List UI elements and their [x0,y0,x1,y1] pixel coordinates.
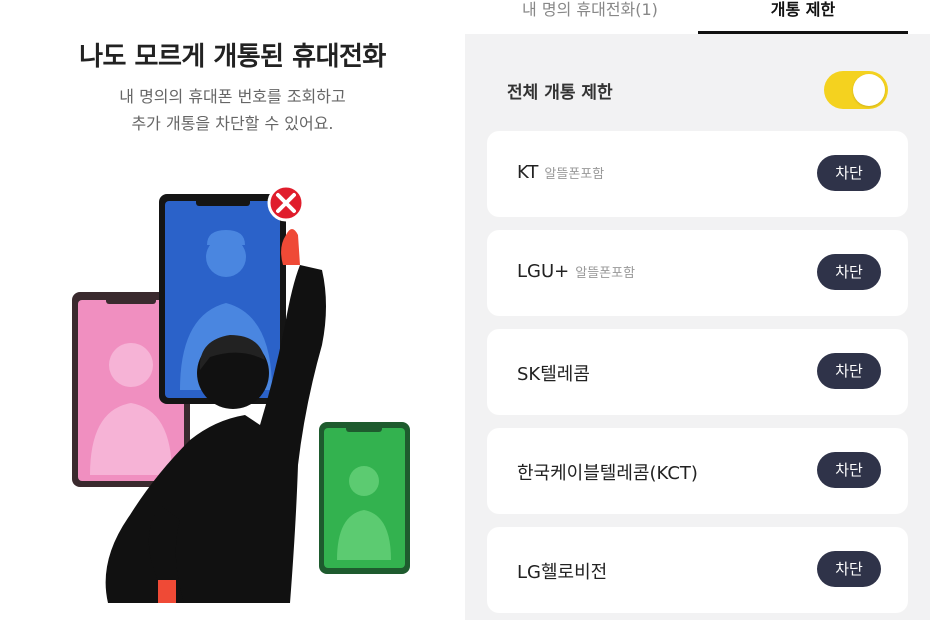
carrier-name: KT [517,162,539,183]
blocking-illustration [72,184,410,603]
carrier-label: KT 알뜰폰포함 [517,162,604,183]
carrier-card-lg-hellovision: LG헬로비전 차단 [487,527,908,613]
all-restriction-toggle[interactable] [824,71,888,109]
carrier-card-skt: SK텔레콤 차단 [487,329,908,415]
carrier-card-kt: KT 알뜰폰포함 차단 [487,131,908,217]
carrier-note: 알뜰폰포함 [575,266,636,281]
carrier-label: LG헬로비전 [517,558,607,584]
all-restriction-row: 전체 개통 제한 [487,70,907,110]
block-button-lgu[interactable]: 차단 [817,254,881,290]
intro-subtitle-line1: 내 명의의 휴대폰 번호를 조회하고 [119,87,346,106]
close-icon [267,184,305,222]
toggle-knob [853,74,885,106]
carrier-name: 한국케이블텔레콤(KCT) [517,463,698,484]
block-button-kct[interactable]: 차단 [817,452,881,488]
carrier-note: 알뜰폰포함 [544,167,605,182]
carrier-card-kct: 한국케이블텔레콤(KCT) 차단 [487,428,908,514]
intro-headline: 나도 모르게 개통된 휴대전화 [79,42,386,72]
tab-activation-restriction[interactable]: 개통 제한 [698,0,908,34]
green-phone-illustration [319,422,410,574]
carrier-name: LG헬로비전 [517,562,608,583]
block-button-skt[interactable]: 차단 [817,353,881,389]
tab-my-phones[interactable]: 내 명의 휴대전화(1) [485,0,695,34]
all-restriction-label: 전체 개통 제한 [507,83,613,103]
intro-panel: 나도 모르게 개통된 휴대전화 내 명의의 휴대폰 번호를 조회하고 추가 개통… [0,0,465,620]
restriction-panel: 내 명의 휴대전화(1) 개통 제한 전체 개통 제한 KT 알뜰폰포함 차단 L… [465,0,930,620]
block-button-lg-hellovision[interactable]: 차단 [817,551,881,587]
tab-bar: 내 명의 휴대전화(1) 개통 제한 [465,0,930,34]
carrier-label: LGU+ 알뜰폰포함 [517,261,635,282]
carrier-label: 한국케이블텔레콤(KCT) [517,459,698,485]
carrier-card-lgu: LGU+ 알뜰폰포함 차단 [487,230,908,316]
carrier-name: SK텔레콤 [517,364,590,385]
active-tab-indicator [698,31,908,34]
carrier-label: SK텔레콤 [517,360,590,386]
carrier-name: LGU+ [517,261,570,282]
block-button-kt[interactable]: 차단 [817,155,881,191]
intro-subtitle-line2: 추가 개통을 차단할 수 있어요. [131,114,334,133]
